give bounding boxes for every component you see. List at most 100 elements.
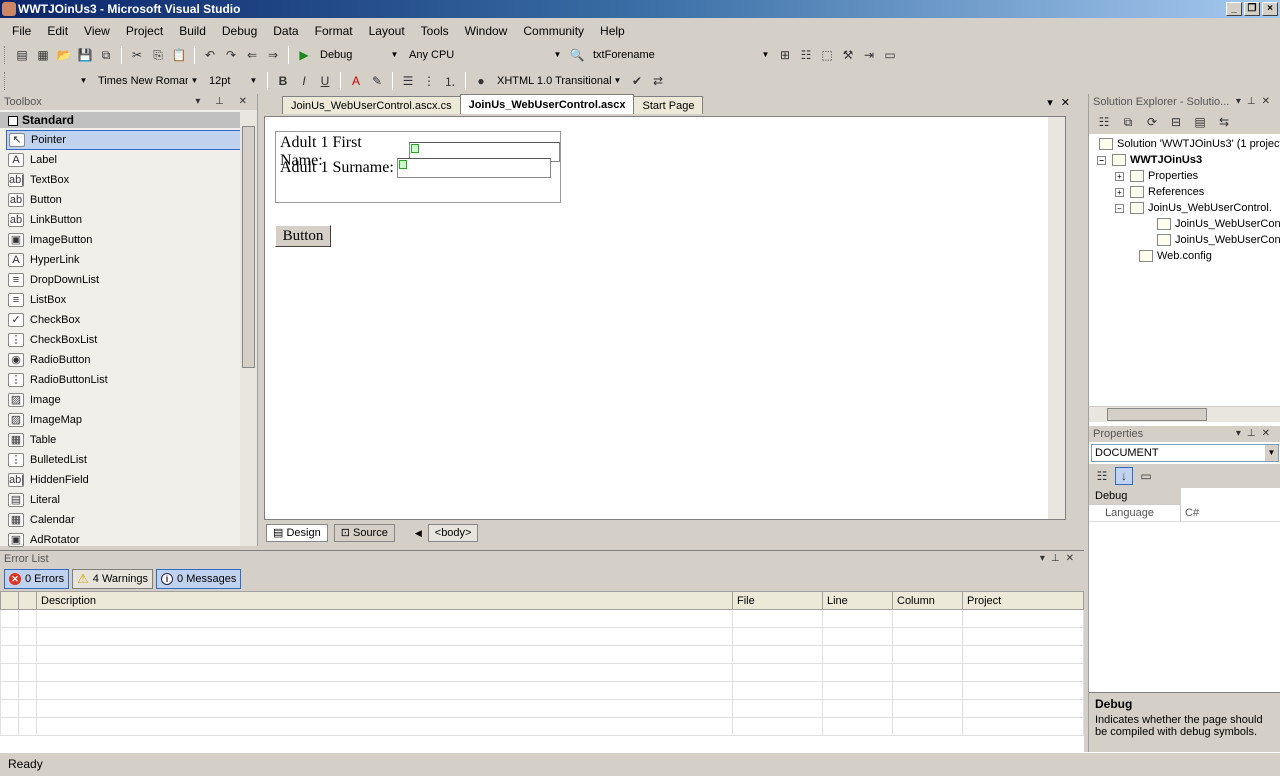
tab-codebehind[interactable]: JoinUs_WebUserControl.ascx.cs — [282, 96, 461, 114]
object-browser-icon[interactable]: ⬚ — [818, 46, 836, 64]
tree-references[interactable]: + References — [1115, 184, 1204, 200]
surname-textbox[interactable] — [396, 158, 551, 178]
toolbox-item-adrotator[interactable]: ▣ AdRotator — [0, 530, 236, 550]
tab-controls[interactable]: ▾✕ — [1047, 96, 1078, 109]
bullets-icon[interactable]: ⋮ — [420, 72, 438, 90]
copy-website-icon[interactable]: ⇆ — [1215, 113, 1233, 131]
show-all-files-icon[interactable]: ⧉ — [1119, 113, 1137, 131]
toolbox-item-pointer[interactable]: ↖ Pointer — [6, 130, 242, 150]
solution-platform-select[interactable]: Any CPU ▼ — [405, 46, 565, 64]
tree-solution[interactable]: Solution 'WWTJOinUs3' (1 project) — [1099, 136, 1280, 152]
other-windows-icon[interactable]: ▭ — [881, 46, 899, 64]
collapse-icon[interactable]: − — [1097, 155, 1106, 165]
tab-ascx-design[interactable]: JoinUs_WebUserControl.ascx — [459, 94, 635, 114]
toolbox-item-hiddenfield[interactable]: ab| HiddenField — [0, 470, 236, 490]
bold-button[interactable]: B — [274, 72, 292, 90]
errors-filter-button[interactable]: ✕ 0 Errors — [4, 569, 70, 589]
toolbox-item-radiobutton[interactable]: ◉ RadioButton — [0, 350, 236, 370]
block-format-select[interactable]: ▼ — [13, 72, 91, 90]
menu-edit[interactable]: Edit — [39, 20, 76, 42]
menu-tools[interactable]: Tools — [413, 20, 457, 42]
toolbox-item-calendar[interactable]: ▦ Calendar — [0, 510, 236, 530]
toolbox-item-literal[interactable]: ▤ Literal — [0, 490, 236, 510]
solution-explorer-hscrollbar[interactable] — [1089, 406, 1280, 422]
panel-controls[interactable]: ▾⊥✕ — [1040, 551, 1080, 567]
design-surface[interactable]: Adult 1 First Name: Adult 1 Surname: But… — [264, 116, 1066, 520]
tag-nav-left-icon[interactable]: ◀ — [415, 528, 422, 539]
menu-project[interactable]: Project — [118, 20, 171, 42]
menu-help[interactable]: Help — [592, 20, 633, 42]
toolbox-item-image[interactable]: ▨ Image — [0, 390, 236, 410]
close-button[interactable]: × — [1262, 2, 1278, 16]
editor-scrollbar[interactable] — [1048, 117, 1065, 519]
menu-build[interactable]: Build — [171, 20, 214, 42]
tree-webconfig[interactable]: Web.config — [1139, 248, 1212, 264]
tree-file-2[interactable]: JoinUs_WebUserCont — [1157, 232, 1280, 248]
toolbox-item-bulletedlist[interactable]: ⋮ BulletedList — [0, 450, 236, 470]
panel-controls[interactable]: ▾⊥✕ — [1236, 426, 1276, 442]
font-color-icon[interactable]: A — [347, 72, 365, 90]
start-debugging-icon[interactable]: ▶ — [295, 46, 313, 64]
font-name-select[interactable]: Times New Roman ▼ — [94, 72, 202, 90]
design-view-tab[interactable]: ▤ Design — [266, 524, 328, 542]
panel-controls[interactable]: ▾ ⊥ ✕ — [195, 94, 253, 110]
warnings-filter-button[interactable]: ⚠ 4 Warnings — [72, 569, 154, 589]
find-combo[interactable]: txtForename ▼ — [589, 46, 773, 64]
cut-icon[interactable]: ✂ — [128, 46, 146, 64]
menu-debug[interactable]: Debug — [214, 20, 265, 42]
redo-icon[interactable]: ↷ — [222, 46, 240, 64]
toolbox-item-textbox[interactable]: ab| TextBox — [0, 170, 236, 190]
collapse-icon[interactable]: − — [1115, 203, 1124, 213]
add-item-icon[interactable]: ▦ — [34, 46, 52, 64]
expand-icon[interactable]: + — [1115, 187, 1124, 197]
toolbox-item-radiobuttonlist[interactable]: ⋮ RadioButtonList — [0, 370, 236, 390]
save-icon[interactable]: 💾 — [76, 46, 94, 64]
messages-filter-button[interactable]: i0 Messages — [156, 569, 242, 589]
toolbox-item-label[interactable]: A Label — [0, 150, 236, 170]
menu-data[interactable]: Data — [265, 20, 306, 42]
view-designer-icon[interactable]: ▤ — [1191, 113, 1209, 131]
underline-button[interactable]: U — [316, 72, 334, 90]
menu-view[interactable]: View — [76, 20, 118, 42]
properties-icon[interactable]: ☷ — [1095, 113, 1113, 131]
tree-project[interactable]: − WWTJOinUs3 — [1097, 152, 1202, 168]
highlight-icon[interactable]: ✎ — [368, 72, 386, 90]
tag-selector-body[interactable]: <body> — [427, 524, 479, 542]
sync-views-icon[interactable]: ⇄ — [649, 72, 667, 90]
toolbox-item-imagemap[interactable]: ▨ ImageMap — [0, 410, 236, 430]
toolbox-item-hyperlink[interactable]: A HyperLink — [0, 250, 236, 270]
save-all-icon[interactable]: ⧉ — [97, 46, 115, 64]
menu-file[interactable]: File — [4, 20, 39, 42]
scrollbar-thumb[interactable] — [1107, 408, 1207, 421]
find-in-files-icon[interactable]: 🔍 — [568, 46, 586, 64]
expand-icon[interactable]: + — [1115, 171, 1124, 181]
toolbox-scrollbar[interactable] — [240, 110, 257, 546]
new-project-icon[interactable]: ▤ — [13, 46, 31, 64]
refresh-icon[interactable]: ⟳ — [1143, 113, 1161, 131]
toolbox-section-standard[interactable]: Standard — [0, 112, 257, 128]
font-size-select[interactable]: 12pt ▼ — [205, 72, 261, 90]
copy-icon[interactable]: ⎘ — [149, 46, 167, 64]
open-file-icon[interactable]: 📂 — [55, 46, 73, 64]
toolbox-item-imagebutton[interactable]: ▣ ImageButton — [0, 230, 236, 250]
column-project[interactable]: Project — [962, 591, 1084, 610]
tree-properties[interactable]: + Properties — [1115, 168, 1198, 184]
toolbox-item-linkbutton[interactable]: ab LinkButton — [0, 210, 236, 230]
properties-window-icon[interactable]: ☷ — [797, 46, 815, 64]
validation-schema-select[interactable]: XHTML 1.0 Transitional (▼ — [493, 72, 625, 90]
navigate-back-icon[interactable]: ⇐ — [243, 46, 261, 64]
menu-window[interactable]: Window — [457, 20, 516, 42]
property-row[interactable]: Language C# — [1089, 505, 1280, 522]
menu-community[interactable]: Community — [515, 20, 592, 42]
toolbox-item-listbox[interactable]: ≡ ListBox — [0, 290, 236, 310]
alphabetical-icon[interactable]: ↓ — [1115, 467, 1133, 485]
tree-file-1[interactable]: JoinUs_WebUserCont — [1157, 216, 1280, 232]
check-accessibility-icon[interactable]: ✔ — [628, 72, 646, 90]
toolbox-item-table[interactable]: ▦ Table — [0, 430, 236, 450]
paste-icon[interactable]: 📋 — [170, 46, 188, 64]
view-code-icon[interactable]: ⊟ — [1167, 113, 1185, 131]
column-column[interactable]: Column — [892, 591, 963, 610]
source-view-tab[interactable]: ⊡ Source — [333, 524, 395, 542]
toolbox-item-dropdownlist[interactable]: ≡ DropDownList — [0, 270, 236, 290]
panel-controls[interactable]: ▾⊥✕ — [1236, 94, 1276, 110]
